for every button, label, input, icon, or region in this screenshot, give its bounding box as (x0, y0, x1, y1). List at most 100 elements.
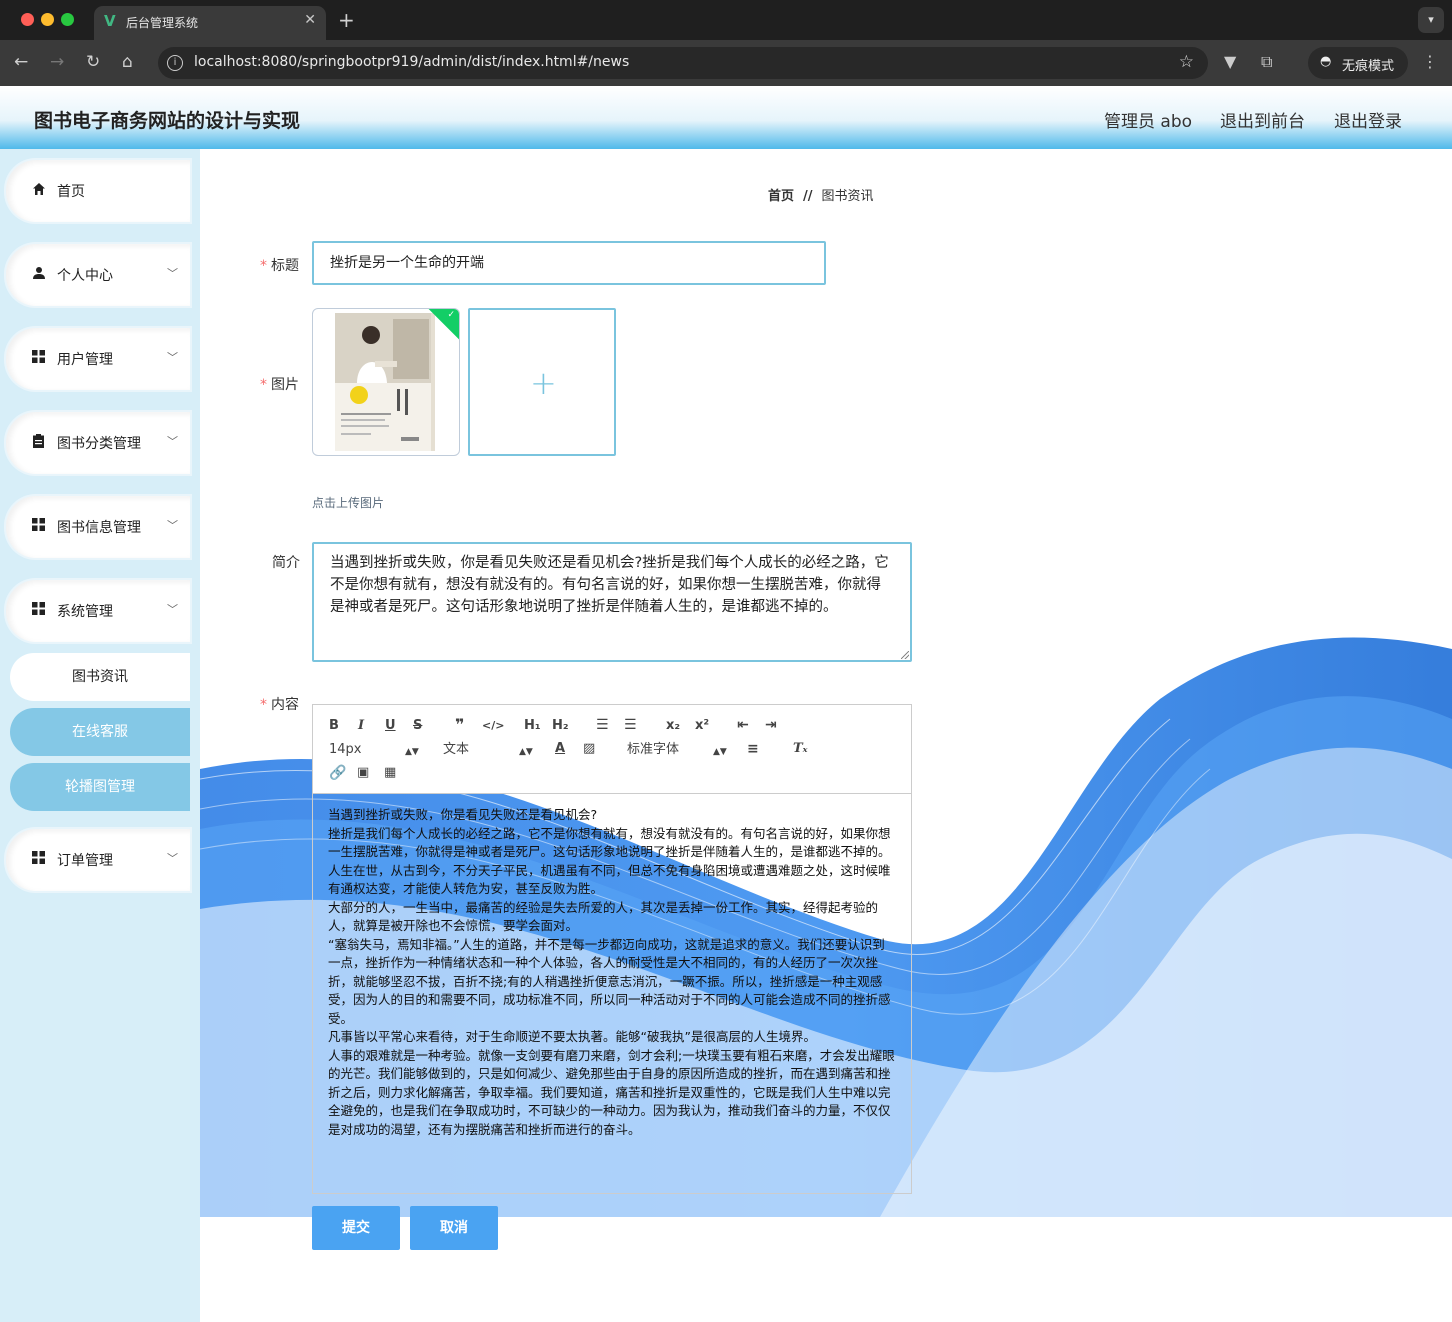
sidebar-item-label: 首页 (57, 184, 85, 200)
sidebar: 首页 个人中心 ﹀ 用户管理 ﹀ 图书分类管理 ﹀ 图书信息管理 ﹀ 系统管理 (0, 149, 200, 1322)
browser-tab[interactable]: V 后台管理系统 ✕ (94, 6, 326, 40)
ordered-list-icon[interactable]: ☰ (596, 717, 609, 733)
new-tab-icon[interactable]: + (338, 8, 355, 32)
editor-paragraph: 大部分的人，一生当中，最痛苦的经验是失去所爱的人，其次是丢掉一份工作。其实，经得… (328, 899, 879, 934)
background-color-icon[interactable]: ▨ (583, 741, 595, 757)
chevron-down-icon: ﹀ (167, 519, 178, 532)
text-color-icon[interactable]: A (555, 741, 565, 757)
resize-handle-icon[interactable] (901, 651, 909, 659)
content-label: * 内容 (260, 694, 299, 714)
main-content: 首页 // 图书资讯 * 标题 挫折是另一个生命的开端 * 图片 ✓ + 点击上传图… (200, 149, 1452, 1322)
image-icon[interactable]: ▣ (357, 765, 369, 781)
title-label-text: 标题 (271, 258, 299, 274)
intro-textarea[interactable]: 当遇到挫折或失败，你是看见失败还是看见机会?挫折是我们每个人成长的必经之路，它不… (312, 542, 912, 662)
breadcrumb-home[interactable]: 首页 (768, 189, 794, 204)
outdent-icon[interactable]: ⇤ (737, 717, 749, 733)
extensions-icon[interactable]: ⧉ (1261, 52, 1272, 72)
code-block-icon[interactable]: </> (482, 718, 504, 734)
grid-icon (32, 518, 45, 535)
underline-icon[interactable]: U (385, 718, 396, 734)
header-1-icon[interactable]: H₁ (524, 718, 541, 734)
title-input[interactable]: 挫折是另一个生命的开端 (312, 241, 826, 285)
bookmark-star-icon[interactable]: ☆ (1179, 52, 1194, 72)
incognito-badge[interactable]: ◓ 无痕模式 (1308, 47, 1408, 79)
exit-to-front-link[interactable]: 退出到前台 (1220, 107, 1305, 132)
sidebar-item-orders[interactable]: 订单管理 ﹀ (6, 829, 190, 891)
italic-icon[interactable]: I (358, 718, 364, 734)
close-window-button[interactable] (21, 13, 34, 26)
block-type-value: 文本 (443, 742, 470, 757)
sidebar-item-home[interactable]: 首页 (6, 160, 190, 222)
sidebar-subitem-book-news[interactable]: 图书资讯 (10, 653, 190, 701)
grid-icon (32, 602, 45, 619)
chevron-down-icon: ﹀ (167, 435, 178, 448)
maximize-window-button[interactable] (61, 13, 74, 26)
blockquote-icon[interactable]: ❞ (455, 717, 464, 733)
url-text: localhost:8080/springbootpr919/admin/dis… (194, 54, 630, 70)
subscript-icon[interactable]: x₂ (666, 718, 680, 734)
admin-user-label: 管理员 abo (1104, 112, 1193, 132)
tab-search-icon[interactable]: ▾ (1418, 7, 1444, 33)
chevron-down-icon: ﹀ (167, 267, 178, 280)
font-size-select[interactable]: 14px ▲▼ (329, 742, 419, 758)
logout-link[interactable]: 退出登录 (1334, 107, 1402, 132)
grid-icon (32, 851, 45, 868)
vue-devtools-icon[interactable]: ▼ (1224, 52, 1236, 71)
sidebar-item-users[interactable]: 用户管理 ﹀ (6, 328, 190, 390)
breadcrumb-separator: // (803, 189, 813, 204)
app-title: 图书电子商务网站的设计与实现 (34, 110, 301, 132)
sidebar-item-system[interactable]: 系统管理 ﹀ (6, 580, 190, 642)
bold-icon[interactable]: B (329, 718, 339, 734)
upload-add-button[interactable]: + (468, 308, 616, 456)
image-label-text: 图片 (271, 377, 299, 393)
breadcrumb: 首页 // 图书资讯 (768, 185, 874, 204)
reload-icon[interactable]: ↻ (86, 52, 100, 72)
sidebar-item-book-info[interactable]: 图书信息管理 ﹀ (6, 496, 190, 558)
strikethrough-icon[interactable]: S (413, 718, 422, 734)
sidebar-subitem-carousel[interactable]: 轮播图管理 (10, 763, 190, 811)
cancel-button[interactable]: 取消 (410, 1206, 498, 1250)
block-type-select[interactable]: 文本 ▲▼ (443, 742, 533, 758)
sidebar-subitem-online-service[interactable]: 在线客服 (10, 708, 190, 756)
font-size-value: 14px (329, 742, 362, 757)
vue-favicon-icon: V (104, 12, 116, 30)
image-label: * 图片 (260, 374, 299, 394)
forward-icon[interactable]: → (50, 52, 64, 72)
address-bar[interactable]: i localhost:8080/springbootpr919/admin/d… (158, 47, 1208, 79)
sidebar-item-profile[interactable]: 个人中心 ﹀ (6, 244, 190, 306)
indent-icon[interactable]: ⇥ (765, 717, 777, 733)
browser-toolbar: ← → ↻ ⌂ i localhost:8080/springbootpr919… (0, 40, 1452, 86)
align-icon[interactable]: ≡ (747, 741, 759, 757)
editor-paragraph: 人事的艰难就是一种考验。就像一支剑要有磨刀来磨，剑才会利;一块璞玉要有粗石来磨，… (328, 1047, 895, 1137)
editor-paragraph: “塞翁失马，焉知非福。”人生的道路，并不是每一步都迈向成功，这就是追求的意义。我… (328, 936, 891, 1026)
browser-menu-icon[interactable]: ⋮ (1422, 52, 1438, 71)
chevron-up-icon: ﹀ (167, 603, 178, 616)
tab-close-icon[interactable]: ✕ (304, 12, 316, 28)
intro-text: 当遇到挫折或失败，你是看见失败还是看见机会?挫折是我们每个人成长的必经之路，它不… (330, 555, 889, 615)
sidebar-item-label: 用户管理 (57, 352, 113, 368)
chevron-down-icon: ﹀ (167, 351, 178, 364)
link-icon[interactable]: 🔗 (329, 765, 346, 781)
editor-content[interactable]: 当遇到挫折或失败，你是看见失败还是看见机会? 挫折是我们每个人成长的必经之路，它… (313, 795, 911, 1193)
grid-icon (32, 350, 45, 367)
uploaded-image-thumbnail[interactable]: ✓ (312, 308, 460, 456)
sidebar-item-label: 图书信息管理 (57, 520, 141, 536)
clear-format-icon[interactable]: Tₓ (793, 741, 808, 757)
minimize-window-button[interactable] (41, 13, 54, 26)
required-mark: * (260, 697, 267, 713)
home-icon[interactable]: ⌂ (122, 52, 133, 72)
bullet-list-icon[interactable]: ☰ (624, 717, 637, 733)
font-family-select[interactable]: 标准字体 ▲▼ (627, 742, 727, 758)
font-family-value: 标准字体 (627, 742, 680, 757)
superscript-icon[interactable]: x² (695, 718, 709, 734)
app-header: 图书电子商务网站的设计与实现 管理员 abo 退出到前台 退出登录 (0, 86, 1452, 149)
header-2-icon[interactable]: H₂ (552, 718, 569, 734)
sidebar-item-book-category[interactable]: 图书分类管理 ﹀ (6, 412, 190, 474)
breadcrumb-current: 图书资讯 (821, 189, 874, 204)
intro-label: 简介 (272, 555, 300, 571)
plus-icon: + (530, 364, 557, 402)
site-info-icon[interactable]: i (167, 55, 183, 71)
submit-button[interactable]: 提交 (312, 1206, 400, 1250)
back-icon[interactable]: ← (14, 52, 28, 72)
video-icon[interactable]: ▦ (384, 765, 396, 781)
